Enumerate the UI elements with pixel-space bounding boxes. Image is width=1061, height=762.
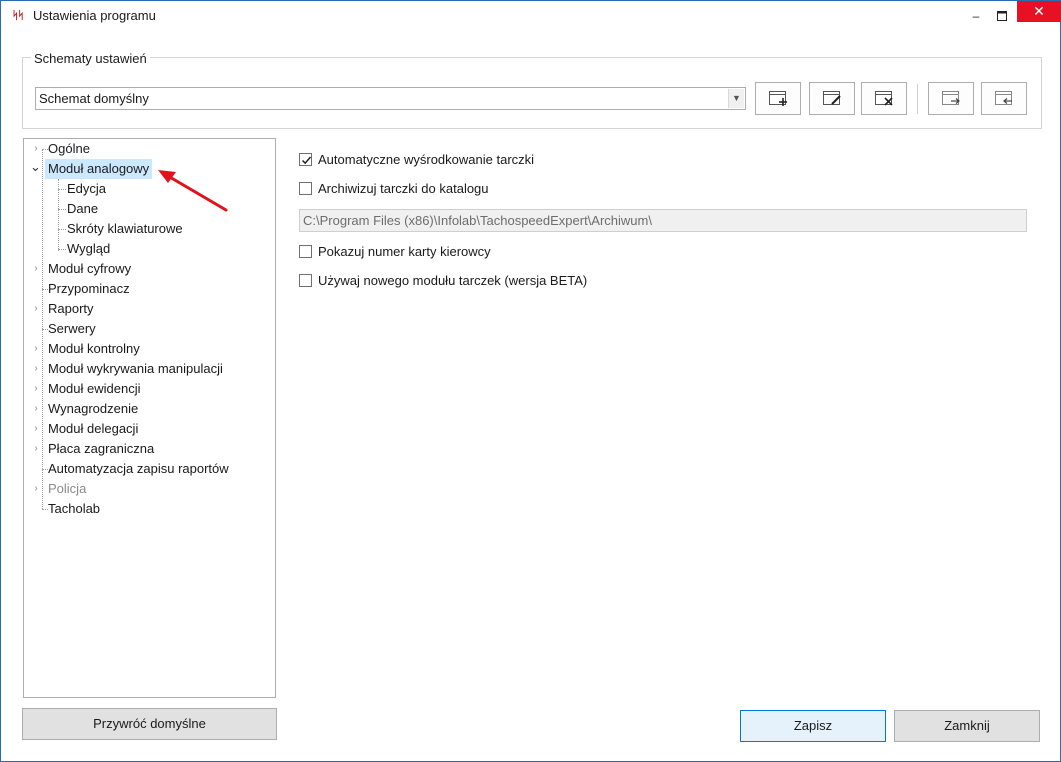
import-scheme-icon [995,91,1012,105]
archive-label[interactable]: Archiwizuj tarczki do katalogu [318,181,489,196]
chevron-right-icon[interactable]: › [31,359,41,379]
chevron-right-icon[interactable]: › [31,419,41,439]
tree-item-automatyzacja-zapisu-raportow[interactable]: Automatyzacja zapisu raportów [48,459,229,479]
archive-path-field[interactable]: C:\Program Files (x86)\Infolab\Tachospee… [299,209,1027,232]
checkmark-icon [301,156,312,165]
edit-scheme-icon [823,91,841,105]
scheme-select[interactable]: Schemat domyślny ▼ [35,87,746,110]
tree-connector [58,249,66,250]
window-title: Ustawienia programu [33,8,156,23]
tree-item-edycja[interactable]: Edycja [67,179,106,199]
export-scheme-icon [942,91,960,105]
annotation-arrow-icon [158,170,228,212]
tree-item-modul-ewidencji[interactable]: Moduł ewidencji [48,379,141,399]
tree-item-tacholab[interactable]: Tacholab [48,499,100,519]
show-driver-card-checkbox[interactable] [299,245,312,258]
chevron-right-icon[interactable]: › [31,479,41,499]
scheme-select-value: Schemat domyślny [39,91,149,106]
chevron-down-icon[interactable]: ▼ [728,89,744,108]
show-driver-card-label[interactable]: Pokazuj numer karty kierowcy [318,244,491,259]
restore-defaults-button[interactable]: Przywróć domyślne [22,708,277,740]
tree-item-ogolne[interactable]: Ogólne [48,139,90,159]
new-module-label[interactable]: Używaj nowego modułu tarczek (wersja BET… [318,273,587,288]
chevron-right-icon[interactable]: › [31,139,41,159]
maximize-button[interactable] [987,1,1017,31]
tree-connector [58,229,66,230]
settings-tree[interactable]: › ⌄ › › › › › › › › › Ogólne Moduł analo… [23,138,276,698]
auto-center-checkbox[interactable] [299,153,312,166]
export-scheme-button[interactable] [928,82,974,115]
chevron-right-icon[interactable]: › [31,299,41,319]
tree-item-modul-delegacji[interactable]: Moduł delegacji [48,419,138,439]
tree-item-raporty[interactable]: Raporty [48,299,94,319]
tree-item-przypominacz[interactable]: Przypominacz [48,279,130,299]
import-scheme-button[interactable] [981,82,1027,115]
chevron-right-icon[interactable]: › [31,439,41,459]
delete-scheme-icon [875,91,893,106]
settings-window: ᛋᛋ Ustawienia programu – ✕ Schematy usta… [0,0,1061,762]
new-scheme-button[interactable] [755,82,801,115]
chevron-right-icon[interactable]: › [31,339,41,359]
tree-item-modul-cyfrowy[interactable]: Moduł cyfrowy [48,259,131,279]
close-button[interactable]: Zamknij [894,710,1040,742]
new-scheme-icon [769,91,787,106]
chevron-right-icon[interactable]: › [31,399,41,419]
chevron-down-icon[interactable]: ⌄ [30,157,41,177]
app-logo-icon: ᛋᛋ [12,9,24,22]
tree-item-serwery[interactable]: Serwery [48,319,96,339]
tree-item-modul-analogowy[interactable]: Moduł analogowy [45,159,153,179]
schemes-legend: Schematy ustawień [31,51,150,66]
edit-scheme-button[interactable] [809,82,855,115]
tree-item-modul-kontrolny[interactable]: Moduł kontrolny [48,339,140,359]
save-button[interactable]: Zapisz [740,710,886,742]
chevron-right-icon[interactable]: › [31,379,41,399]
tree-connector [58,209,66,210]
tree-item-wyglad[interactable]: Wygląd [67,239,110,259]
tree-item-dane[interactable]: Dane [67,199,98,219]
tree-item-wynagrodzenie[interactable]: Wynagrodzenie [48,399,138,419]
close-window-button[interactable]: ✕ [1017,1,1061,22]
new-module-checkbox[interactable] [299,274,312,287]
tree-item-policja[interactable]: Policja [48,479,86,499]
delete-scheme-button[interactable] [861,82,907,115]
title-bar[interactable]: ᛋᛋ Ustawienia programu – ✕ [1,1,1061,31]
tree-item-placa-zagraniczna[interactable]: Płaca zagraniczna [48,439,154,459]
archive-checkbox[interactable] [299,182,312,195]
tree-item-modul-wykrywania-manipulacji[interactable]: Moduł wykrywania manipulacji [48,359,223,379]
toolbar-separator [917,84,918,114]
tree-item-skroty-klawiaturowe[interactable]: Skróty klawiaturowe [67,219,183,239]
maximize-icon [997,11,1007,21]
chevron-right-icon[interactable]: › [31,259,41,279]
tree-connector [58,189,66,190]
auto-center-label[interactable]: Automatyczne wyśrodkowanie tarczki [318,152,534,167]
